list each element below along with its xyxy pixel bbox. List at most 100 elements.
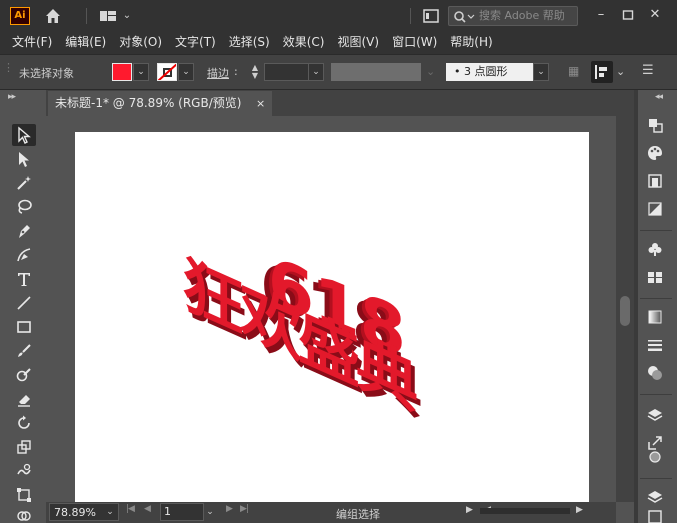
profile-chevron-icon: ⌄ xyxy=(426,65,436,78)
last-artboard-icon[interactable]: ▶| xyxy=(240,504,249,514)
shaper-tool-icon[interactable] xyxy=(12,364,36,386)
first-artboard-icon[interactable]: |◀ xyxy=(126,504,135,514)
fill-color-swatch[interactable] xyxy=(112,63,132,81)
rectangle-tool-icon[interactable] xyxy=(12,316,36,338)
align-button[interactable] xyxy=(591,61,613,83)
search-icon xyxy=(453,10,475,25)
menu-type[interactable]: 文字(T) xyxy=(171,32,220,54)
brush-value: 3 点圆形 xyxy=(464,65,508,78)
workspace-switcher-icon[interactable] xyxy=(97,6,119,26)
warp-tool-icon[interactable] xyxy=(12,460,36,482)
curvature-tool-icon[interactable] xyxy=(12,244,36,266)
title-bar: Ai ⌄ 搜索 Adobe 帮助 – ✕ xyxy=(0,0,677,32)
dock-collapse-icon[interactable]: ◂◂ xyxy=(655,92,663,102)
stroke-weight-field[interactable] xyxy=(264,63,310,81)
brush-dot-icon: • xyxy=(454,65,464,78)
gradient-swatch-panel-icon[interactable] xyxy=(644,198,666,220)
artboard-number-field[interactable]: 1 xyxy=(160,503,204,521)
transparency-panel-icon[interactable] xyxy=(644,362,666,384)
fill-dropdown-button[interactable]: ⌄ xyxy=(133,63,149,81)
arrange-documents-icon[interactable] xyxy=(420,6,442,26)
transform-grid-icon[interactable]: ▦ xyxy=(568,64,579,78)
artboards-panel-icon[interactable] xyxy=(644,486,666,508)
stroke-weight-stepper[interactable]: ▲ ▼ xyxy=(246,63,264,81)
rotate-tool-icon[interactable] xyxy=(12,412,36,434)
pen-tool-icon[interactable] xyxy=(12,220,36,242)
search-placeholder: 搜索 Adobe 帮助 xyxy=(479,9,565,22)
layers-panel-icon[interactable] xyxy=(644,404,666,426)
menu-select[interactable]: 选择(S) xyxy=(225,32,274,54)
scale-tool-icon[interactable] xyxy=(12,436,36,458)
next-artboard-icon[interactable]: ▶ xyxy=(226,504,233,514)
menu-bar: 文件(F) 编辑(E) 对象(O) 文字(T) 选择(S) 效果(C) 视图(V… xyxy=(0,32,677,54)
direct-selection-tool-icon[interactable] xyxy=(12,148,36,170)
dock-divider xyxy=(640,230,672,231)
svg-text:典: 典 xyxy=(356,326,418,425)
free-transform-tool-icon[interactable] xyxy=(12,484,36,506)
zoom-dropdown-button[interactable]: ⌄ xyxy=(102,503,118,521)
title-separator xyxy=(410,8,411,24)
swatches-panel-icon[interactable] xyxy=(644,266,666,288)
variable-width-profile xyxy=(331,63,421,81)
stroke-dropdown-button[interactable]: ⌄ xyxy=(178,63,194,81)
menu-file[interactable]: 文件(F) xyxy=(8,32,56,54)
stroke-color-swatch[interactable] xyxy=(157,63,177,81)
lasso-tool-icon[interactable] xyxy=(12,196,36,218)
horizontal-scrollbar[interactable] xyxy=(480,508,570,514)
tool-status: 编组选择 xyxy=(336,508,380,521)
appearance-panel-icon[interactable] xyxy=(644,446,666,468)
symbols-panel-icon[interactable] xyxy=(644,238,666,260)
selection-status: 未选择对象 xyxy=(19,67,74,80)
scroll-right-icon[interactable]: ▶ xyxy=(576,505,583,515)
maximize-button[interactable] xyxy=(617,4,639,26)
color-guide-panel-icon[interactable] xyxy=(644,170,666,192)
dock-divider xyxy=(640,478,672,479)
line-segment-tool-icon[interactable] xyxy=(12,292,36,314)
title-separator xyxy=(86,8,87,24)
previous-artboard-icon[interactable]: ◀ xyxy=(144,504,151,514)
tab-close-button[interactable]: × xyxy=(256,91,265,116)
illustrator-window: Ai ⌄ 搜索 Adobe 帮助 – ✕ 文件(F) 编辑(E) 对象(O) 文… xyxy=(0,0,677,523)
minimize-button[interactable]: – xyxy=(590,4,612,26)
align-dropdown-icon[interactable]: ⌄ xyxy=(616,65,625,78)
menu-view[interactable]: 视图(V) xyxy=(333,32,383,54)
color-panel-icon[interactable] xyxy=(644,142,666,164)
brush-dropdown-button[interactable]: ⌄ xyxy=(533,63,549,81)
vertical-scroll-thumb[interactable] xyxy=(620,296,630,326)
shape-builder-tool-icon[interactable] xyxy=(12,508,36,523)
chevron-down-icon[interactable]: ⌄ xyxy=(120,6,134,26)
menu-effect[interactable]: 效果(C) xyxy=(279,32,329,54)
panel-menu-icon[interactable]: ☰ xyxy=(642,63,654,78)
dock-divider xyxy=(640,298,672,299)
dock-divider xyxy=(640,394,672,395)
svg-text:狂: 狂 xyxy=(182,248,244,347)
menu-window[interactable]: 窗口(W) xyxy=(388,32,441,54)
menu-edit[interactable]: 编辑(E) xyxy=(61,32,110,54)
menu-object[interactable]: 对象(O) xyxy=(115,32,166,54)
tools-collapse-icon[interactable]: ▸▸ xyxy=(8,92,16,102)
stroke-weight-dropdown[interactable]: ⌄ xyxy=(308,63,324,81)
stroke-label[interactable]: 描边 xyxy=(207,65,229,81)
artwork-618-festival[interactable]: 618 618 618 狂 狂 欢 欢 盛 盛 典 典 xyxy=(176,198,446,432)
stroke-panel-icon[interactable] xyxy=(644,334,666,356)
grip-handle[interactable]: ⋮ xyxy=(3,61,14,74)
status-menu-arrow-icon[interactable]: ▶ xyxy=(466,505,473,515)
stroke-colon: : xyxy=(234,65,238,78)
brush-definition-select[interactable]: • 3 点圆形 xyxy=(446,63,534,81)
search-input[interactable]: 搜索 Adobe 帮助 xyxy=(448,6,578,26)
eraser-tool-icon[interactable] xyxy=(12,388,36,410)
gradient-panel-icon[interactable] xyxy=(644,306,666,328)
document-tab[interactable]: 未标题-1* @ 78.89% (RGB/预览) xyxy=(48,91,272,116)
menu-help[interactable]: 帮助(H) xyxy=(446,32,496,54)
transform-panel-icon[interactable] xyxy=(644,114,666,136)
type-tool-icon[interactable] xyxy=(12,268,36,290)
artboard-dropdown-button[interactable]: ⌄ xyxy=(202,503,218,521)
magic-wand-tool-icon[interactable] xyxy=(12,172,36,194)
home-icon[interactable] xyxy=(42,6,64,26)
paintbrush-tool-icon[interactable] xyxy=(12,340,36,362)
close-window-button[interactable]: ✕ xyxy=(644,4,666,26)
selection-tool-icon[interactable] xyxy=(12,124,36,146)
control-bar: ⋮ 未选择对象 ⌄ ⌄ 描边 : ▲ ▼ ⌄ ⌄ • 3 点圆形 ⌄ ▦ ⌄ ☰ xyxy=(0,54,677,90)
asset-export-panel-icon[interactable] xyxy=(644,510,666,523)
app-logo: Ai xyxy=(10,7,30,25)
